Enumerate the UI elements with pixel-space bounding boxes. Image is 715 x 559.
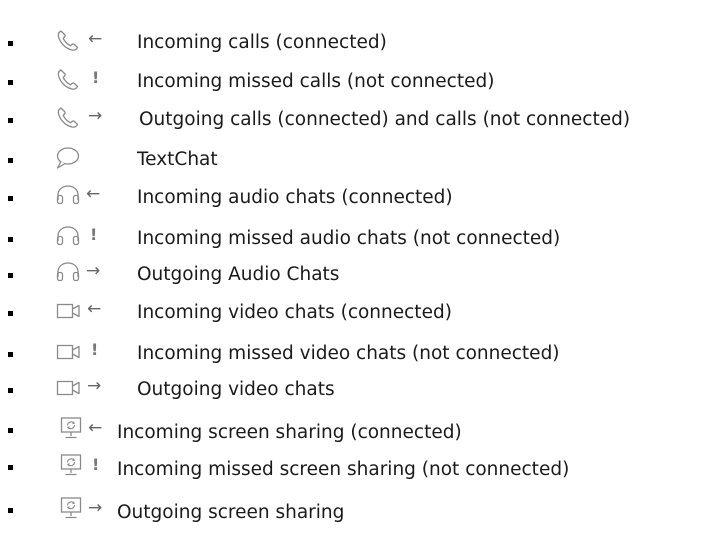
exclamation-icon: ! xyxy=(91,340,99,359)
legend-item: ← Incoming screen sharing (connected) xyxy=(0,413,715,447)
legend-item-label: Outgoing video chats xyxy=(137,379,335,400)
legend-item: → Outgoing video chats xyxy=(0,373,715,407)
legend-item-label: Incoming missed calls (not connected) xyxy=(137,71,495,92)
legend-item: → Outgoing Audio Chats xyxy=(0,258,715,292)
phone-icon xyxy=(55,28,83,54)
arrow-left-icon: ← xyxy=(88,418,103,438)
video-camera-icon xyxy=(55,375,83,401)
legend-item-label: Incoming calls (connected) xyxy=(137,32,387,53)
phone-icon xyxy=(55,105,83,131)
legend-item-label: Incoming video chats (connected) xyxy=(137,302,452,323)
bullet-marker xyxy=(8,237,13,242)
bullet-marker xyxy=(8,465,13,470)
bullet-marker xyxy=(8,352,13,357)
legend-item-label: Outgoing screen sharing xyxy=(117,502,345,523)
arrow-left-icon: ← xyxy=(87,299,102,319)
arrow-left-icon: ← xyxy=(86,184,101,204)
bullet-marker xyxy=(8,273,13,278)
exclamation-icon: ! xyxy=(92,68,100,87)
phone-icon xyxy=(55,67,83,93)
bullet-marker xyxy=(8,118,13,123)
arrow-left-icon: ← xyxy=(88,29,103,49)
arrow-right-icon: → xyxy=(88,106,103,126)
exclamation-icon: ! xyxy=(92,455,100,474)
legend-item-label: Incoming screen sharing (connected) xyxy=(117,422,462,443)
legend-item-label: Incoming missed screen sharing (not conn… xyxy=(117,459,570,480)
chat-bubble-icon xyxy=(53,145,81,171)
bullet-marker xyxy=(8,311,13,316)
headphones-icon xyxy=(54,224,82,250)
legend-item: ← Incoming audio chats (connected) xyxy=(0,181,715,215)
legend-item-label: Incoming missed audio chats (not connect… xyxy=(137,228,561,249)
legend-item: → Outgoing screen sharing xyxy=(0,493,715,527)
arrow-right-icon: → xyxy=(88,498,103,518)
bullet-marker xyxy=(8,428,13,433)
legend-item-label: Incoming missed video chats (not connect… xyxy=(137,343,560,364)
headphones-icon xyxy=(54,183,82,209)
bullet-marker xyxy=(8,388,13,393)
legend-item: ! Incoming missed screen sharing (not con… xyxy=(0,450,715,484)
legend-item: → Outgoing calls (connected) and calls (n… xyxy=(0,103,715,137)
arrow-right-icon: → xyxy=(87,376,102,396)
legend-item-label: Incoming audio chats (connected) xyxy=(137,187,453,208)
screen-share-icon xyxy=(57,452,85,478)
legend-item: TextChat xyxy=(0,143,715,177)
bullet-marker xyxy=(8,196,13,201)
exclamation-icon: ! xyxy=(90,225,98,244)
legend-item: ! Incoming missed audio chats (not connec… xyxy=(0,222,715,256)
legend-item-label: TextChat xyxy=(137,149,218,170)
headphones-icon xyxy=(54,260,82,286)
video-camera-icon xyxy=(55,298,83,324)
bullet-marker xyxy=(8,508,13,513)
legend-item: ← Incoming video chats (connected) xyxy=(0,296,715,330)
legend-item: ! Incoming missed video chats (not connec… xyxy=(0,337,715,371)
arrow-right-icon: → xyxy=(86,261,101,281)
bullet-marker xyxy=(8,80,13,85)
legend-item: ← Incoming calls (connected) xyxy=(0,26,715,60)
screen-share-icon xyxy=(57,415,85,441)
legend-item-label: Outgoing Audio Chats xyxy=(137,264,340,285)
screen-share-icon xyxy=(57,495,85,521)
bullet-marker xyxy=(8,158,13,163)
bullet-marker xyxy=(8,41,13,46)
video-camera-icon xyxy=(55,339,83,365)
call-type-legend-list: ← Incoming calls (connected)! Incoming mis… xyxy=(0,0,715,559)
legend-item-label: Outgoing calls (connected) and calls (no… xyxy=(139,109,631,130)
legend-item: ! Incoming missed calls (not connected) xyxy=(0,65,715,99)
